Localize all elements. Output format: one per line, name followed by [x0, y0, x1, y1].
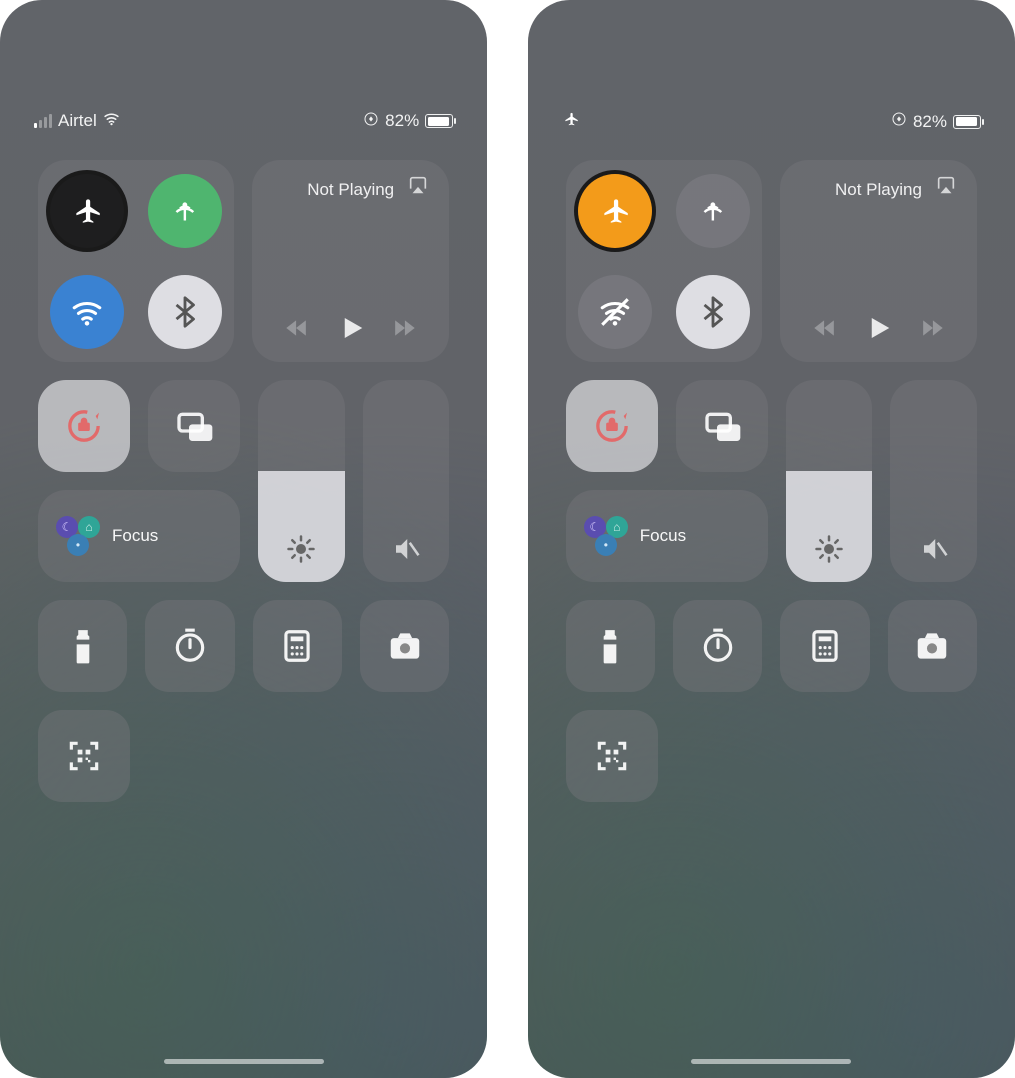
camera-icon	[913, 627, 951, 665]
play-button[interactable]	[336, 313, 366, 348]
previous-track-button[interactable]	[282, 315, 308, 346]
timer-icon	[699, 627, 737, 665]
bluetooth-toggle[interactable]	[148, 275, 222, 349]
bluetooth-toggle[interactable]	[676, 275, 750, 349]
volume-mute-icon	[363, 534, 450, 564]
wifi-toggle[interactable]	[578, 275, 652, 349]
volume-slider[interactable]	[890, 380, 977, 582]
qr-scan-icon	[593, 737, 631, 775]
airplay-icon[interactable]	[407, 174, 429, 201]
rotation-lock-status-icon	[891, 111, 907, 132]
focus-mode-icons: ☾⌂•	[56, 516, 100, 556]
camera-icon	[386, 627, 424, 665]
bluetooth-icon	[696, 295, 730, 329]
airplane-mode-toggle[interactable]	[578, 174, 652, 248]
airplane-icon	[70, 194, 104, 228]
carrier-name: Airtel	[58, 111, 97, 131]
wifi-icon	[70, 295, 104, 329]
home-indicator[interactable]	[691, 1059, 851, 1064]
rotation-lock-icon	[592, 406, 632, 446]
brightness-icon	[258, 534, 345, 564]
brightness-icon	[786, 534, 873, 564]
qr-scanner-button[interactable]	[566, 710, 658, 802]
battery-percent: 82%	[385, 111, 419, 131]
calculator-button[interactable]	[253, 600, 342, 692]
rotation-lock-toggle[interactable]	[38, 380, 130, 472]
flashlight-button[interactable]	[566, 600, 655, 692]
screen-mirroring-button[interactable]	[676, 380, 768, 472]
focus-label: Focus	[112, 526, 158, 546]
control-center-screenshot-before: Airtel 82%	[0, 0, 487, 1078]
airplane-mode-toggle[interactable]	[50, 174, 124, 248]
focus-button[interactable]: ☾⌂• Focus	[38, 490, 240, 582]
wifi-toggle[interactable]	[50, 275, 124, 349]
flashlight-icon	[591, 627, 629, 665]
timer-icon	[171, 627, 209, 665]
wifi-slash-icon	[598, 295, 632, 329]
play-button[interactable]	[863, 313, 893, 348]
previous-track-button[interactable]	[810, 315, 836, 346]
timer-button[interactable]	[145, 600, 234, 692]
airplay-icon[interactable]	[935, 174, 957, 201]
connectivity-module[interactable]	[38, 160, 234, 362]
home-indicator[interactable]	[164, 1059, 324, 1064]
next-track-button[interactable]	[921, 315, 947, 346]
calculator-icon	[278, 627, 316, 665]
volume-slider[interactable]	[363, 380, 450, 582]
control-center-screenshot-after: 82% Not P	[528, 0, 1015, 1078]
calculator-button[interactable]	[780, 600, 869, 692]
screen-mirror-icon	[174, 406, 214, 446]
status-bar: 82%	[528, 110, 1015, 133]
connectivity-module[interactable]	[566, 160, 762, 362]
camera-button[interactable]	[888, 600, 977, 692]
brightness-slider[interactable]	[786, 380, 873, 582]
qr-scanner-button[interactable]	[38, 710, 130, 802]
battery-percent: 82%	[913, 112, 947, 132]
focus-label: Focus	[640, 526, 686, 546]
control-center: Not Playing	[566, 160, 977, 802]
battery-icon	[953, 115, 981, 129]
antenna-icon	[168, 194, 202, 228]
battery-icon	[425, 114, 453, 128]
calculator-icon	[806, 627, 844, 665]
focus-button[interactable]: ☾⌂• Focus	[566, 490, 768, 582]
brightness-slider[interactable]	[258, 380, 345, 582]
qr-scan-icon	[65, 737, 103, 775]
next-track-button[interactable]	[393, 315, 419, 346]
status-bar: Airtel 82%	[0, 110, 487, 132]
screen-mirroring-button[interactable]	[148, 380, 240, 472]
cellular-data-toggle[interactable]	[676, 174, 750, 248]
volume-mute-icon	[890, 534, 977, 564]
signal-strength-icon	[34, 114, 52, 128]
media-module[interactable]: Not Playing	[780, 160, 977, 362]
wifi-status-icon	[103, 110, 120, 132]
screen-mirror-icon	[702, 406, 742, 446]
flashlight-icon	[64, 627, 102, 665]
cellular-data-toggle[interactable]	[148, 174, 222, 248]
rotation-lock-status-icon	[363, 111, 379, 132]
focus-mode-icons: ☾⌂•	[584, 516, 628, 556]
rotation-lock-icon	[64, 406, 104, 446]
control-center: Not Playing	[38, 160, 449, 802]
rotation-lock-toggle[interactable]	[566, 380, 658, 472]
timer-button[interactable]	[673, 600, 762, 692]
airplane-status-icon	[562, 110, 580, 133]
flashlight-button[interactable]	[38, 600, 127, 692]
antenna-icon	[696, 194, 730, 228]
camera-button[interactable]	[360, 600, 449, 692]
airplane-icon	[598, 194, 632, 228]
media-module[interactable]: Not Playing	[252, 160, 449, 362]
bluetooth-icon	[168, 295, 202, 329]
